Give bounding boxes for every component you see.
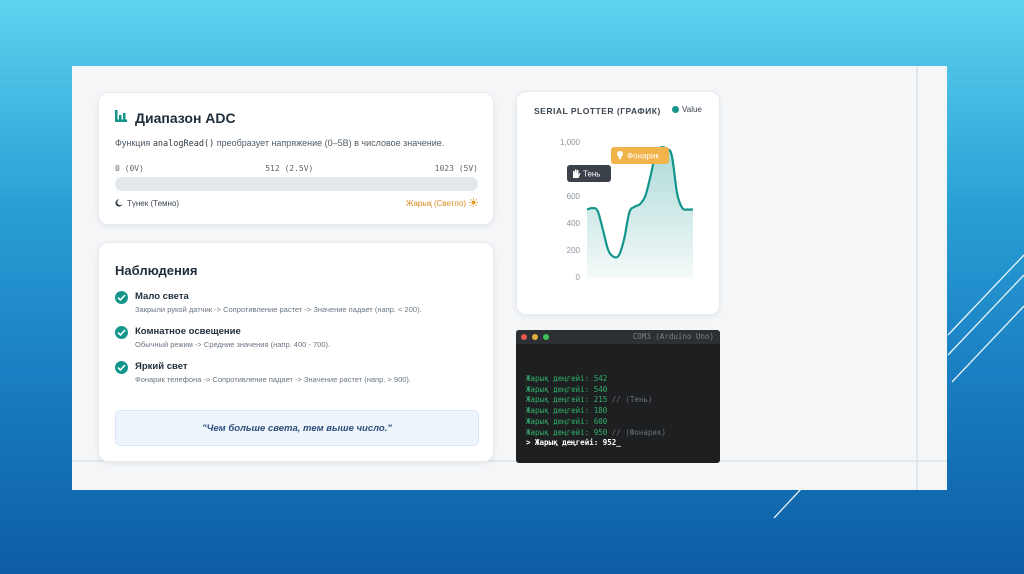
scale-mid: 512 (2.5V) — [265, 164, 314, 173]
observation-desc: Фонарик телефона -> Сопротивление падает… — [135, 375, 412, 384]
terminal-title: COM3 (Arduino Uno) — [632, 332, 714, 341]
observation-desc: Закрыли рукой датчик -> Сопротивление ра… — [135, 305, 422, 314]
sun-icon — [469, 198, 478, 209]
y-tick-label: 0 — [576, 273, 581, 282]
adc-desc-pre: Функция — [115, 138, 153, 148]
slide-divider-vertical — [916, 66, 918, 490]
line-text: Жарық деңгейі: 542 — [526, 374, 608, 383]
line-text: Жарық деңгейі: 600 — [526, 416, 608, 426]
slide-panel: Диапазон ADC Функция analogRead() преобр… — [72, 66, 947, 490]
check-circle-icon — [115, 291, 128, 304]
adc-range-track — [115, 177, 478, 191]
y-tick-label: 200 — [567, 246, 581, 255]
terminal-line: Жарық деңгейі: 215 // (Тень) — [526, 395, 666, 406]
terminal-line: Жарық деңгейі: 180 — [526, 406, 666, 417]
serial-plot-chart: 02004006008001,000 Фонарик Тень — [560, 138, 694, 282]
line-text: Жарық деңгейі: 540 — [526, 384, 608, 394]
scale-max: 1023 (5V) — [434, 164, 478, 173]
adc-title: Диапазон ADC — [135, 110, 236, 126]
observation-title: Комнатное освещение — [135, 326, 241, 337]
summary-quote: "Чем больше света, тем выше число." — [115, 410, 479, 446]
dark-end: Түнек (Темно) — [115, 198, 179, 209]
observations-title: Наблюдения — [115, 263, 198, 278]
terminal-line: Жарық деңгейі: 950 // (Фонарик) — [526, 428, 666, 439]
line-comment: // (Фонарик) — [607, 427, 666, 437]
light-end: Жарық (Светло) — [406, 198, 478, 209]
terminal-line: Жарық деңгейі: 540 — [526, 385, 666, 396]
line-text: Жарық деңгейі: 950 — [526, 427, 608, 437]
observations-card: Наблюдения Мало света Закрыли рукой датч… — [98, 242, 494, 462]
adc-description: Функция analogRead() преобразует напряже… — [115, 138, 444, 149]
serial-monitor: COM3 (Arduino Uno) Жарық деңгейі: 542 Жа… — [516, 330, 720, 463]
chart-bars-icon — [115, 109, 127, 127]
torch-badge: Фонарик — [611, 147, 669, 164]
maximize-dot-icon[interactable] — [543, 334, 549, 340]
check-circle-icon — [115, 326, 128, 339]
terminal-titlebar: COM3 (Arduino Uno) — [516, 330, 720, 344]
y-tick-label: 1,000 — [560, 138, 581, 147]
terminal-prompt[interactable]: > Жарық деңгейі: 952_ — [526, 438, 666, 449]
y-tick-label: 400 — [567, 219, 581, 228]
observation-title: Яркий свет — [135, 361, 188, 372]
line-comment: // (Тень) — [607, 395, 653, 405]
scale-min: 0 (0V) — [115, 164, 144, 173]
adc-range-card: Диапазон ADC Функция analogRead() преобр… — [98, 92, 494, 225]
adc-desc-code: analogRead() — [152, 139, 215, 149]
close-dot-icon[interactable] — [521, 334, 527, 340]
observation-desc: Обычный режим -> Средние значения (напр.… — [135, 340, 331, 349]
observation-title: Мало света — [135, 291, 189, 302]
serial-plotter-card: SERIAL PLOTTER (ГРАФИК) Value 0 200 400 600… — [516, 91, 720, 315]
torch-badge-label: Фонарик — [627, 152, 659, 161]
terminal-line: Жарық деңгейі: 600 — [526, 417, 666, 428]
terminal-output: Жарық деңгейі: 542 Жарық деңгейі: 540 Жа… — [526, 374, 666, 449]
shadow-badge: Тень — [567, 165, 611, 182]
minimize-dot-icon[interactable] — [532, 334, 538, 340]
light-label: Жарық (Светло) — [406, 199, 466, 208]
shadow-badge-label: Тень — [583, 170, 600, 179]
adc-range-ends: Түнек (Темно) Жарық (Светло) — [115, 198, 478, 209]
dark-label: Түнек (Темно) — [127, 199, 180, 208]
y-tick-label: 600 — [567, 192, 581, 201]
adc-scale-labels: 0 (0V) 512 (2.5V) 1023 (5V) — [115, 164, 478, 173]
adc-desc-post: преобразует напряжение (0–5В) в числовое… — [214, 138, 445, 148]
check-circle-icon — [115, 361, 128, 374]
terminal-line: Жарық деңгейі: 542 — [526, 374, 666, 385]
line-text: Жарық деңгейі: 215 — [526, 395, 608, 405]
moon-icon — [115, 198, 123, 209]
line-text: Жарық деңгейі: 180 — [526, 406, 608, 416]
